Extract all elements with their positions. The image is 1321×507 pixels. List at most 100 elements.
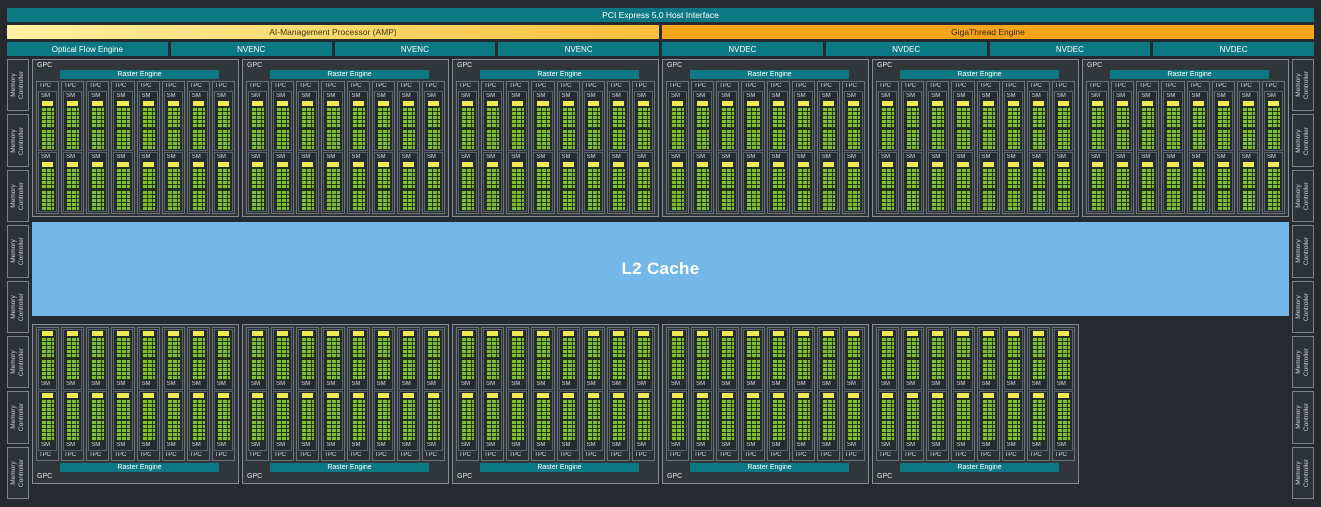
sm-scheduler-block <box>697 331 708 336</box>
media-engine-nvenc: NVENC <box>335 42 496 56</box>
tpc-label: TPC <box>533 452 552 459</box>
memory-controller-label: Memory Controller <box>10 448 26 498</box>
sm-core-grid <box>587 337 600 358</box>
sm-core-grid <box>746 168 759 189</box>
tpc-block: SMSMTPC <box>716 327 739 461</box>
sm-unit: SM <box>88 91 107 151</box>
sm-scheduler-block <box>537 331 548 336</box>
sm-label: SM <box>796 442 811 449</box>
sm-unit: SM <box>878 91 897 151</box>
sm-unit: SM <box>273 152 292 212</box>
sm-label: SM <box>141 381 156 388</box>
sm-core-grid <box>612 420 625 441</box>
sm-core-grid <box>881 107 894 128</box>
memory-controller-label: Memory Controller <box>1295 226 1311 276</box>
sm-label: SM <box>695 442 710 449</box>
media-engine-optical-flow-engine: Optical Flow Engine <box>7 42 168 56</box>
sm-core-grid <box>486 359 499 380</box>
sm-unit: SM <box>374 91 393 151</box>
gpc-block: GPCRaster EngineTPCSMSMTPCSMSMTPCSMSMTPC… <box>452 59 659 217</box>
sm-unit: SM <box>273 329 292 390</box>
sm-core-grid <box>511 359 524 380</box>
sm-label: SM <box>611 154 626 161</box>
tpc-label: TPC <box>953 83 972 90</box>
sm-core-grid <box>696 107 709 128</box>
tpc-block: TPCSMSM <box>1052 81 1075 214</box>
tpc-block: SMSMTPC <box>271 327 294 461</box>
sm-unit: SM <box>298 91 317 151</box>
sm-scheduler-block <box>252 101 263 106</box>
sm-scheduler-block <box>848 101 859 106</box>
sm-scheduler-block <box>92 162 103 167</box>
sm-unit: SM <box>113 152 132 212</box>
sm-scheduler-block <box>798 331 809 336</box>
tpc-label: TPC <box>1138 83 1157 90</box>
sm-scheduler-block <box>193 101 204 106</box>
sm-unit: SM <box>979 329 998 390</box>
raster-engine-bar: Raster Engine <box>480 70 639 79</box>
sm-core-grid <box>217 107 230 128</box>
sm-label: SM <box>166 381 181 388</box>
tpc-label: TPC <box>609 83 628 90</box>
sm-core-grid <box>301 420 314 441</box>
sm-label: SM <box>426 154 441 161</box>
sm-unit: SM <box>113 91 132 151</box>
sm-scheduler-block <box>613 101 624 106</box>
sm-core-grid <box>41 399 54 420</box>
sm-label: SM <box>1165 93 1180 100</box>
sm-core-grid <box>142 107 155 128</box>
sm-label: SM <box>880 381 895 388</box>
sm-scheduler-block <box>823 393 834 398</box>
tpc-block: TPCSMSM <box>372 81 395 214</box>
tpc-block: SMSMTPC <box>506 327 529 461</box>
sm-core-grid <box>377 190 390 211</box>
sm-label: SM <box>1216 154 1231 161</box>
sm-label: SM <box>670 154 685 161</box>
sm-scheduler-block <box>1243 162 1254 167</box>
sm-core-grid <box>167 337 180 358</box>
tpc-row: TPCSMSMTPCSMSMTPCSMSMTPCSMSMTPCSMSMTPCSM… <box>1086 81 1285 214</box>
tpc-label: TPC <box>903 452 922 459</box>
sm-core-grid <box>301 107 314 128</box>
sm-label: SM <box>745 154 760 161</box>
sm-label: SM <box>141 154 156 161</box>
memory-controller-block: Memory Controller <box>7 281 29 333</box>
tpc-block: TPCSMSM <box>36 81 59 214</box>
sm-unit: SM <box>323 91 342 151</box>
sm-unit: SM <box>844 329 863 390</box>
sm-core-grid <box>1192 107 1205 128</box>
sm-core-grid <box>66 168 79 189</box>
sm-core-grid <box>956 129 969 150</box>
tpc-label: TPC <box>609 452 628 459</box>
sm-core-grid <box>1242 190 1255 211</box>
sm-core-grid <box>1032 420 1045 441</box>
sm-label: SM <box>426 442 441 449</box>
sm-core-grid <box>906 129 919 150</box>
tpc-block: SMSMTPC <box>531 327 554 461</box>
sm-core-grid <box>192 420 205 441</box>
sm-core-grid <box>637 399 650 420</box>
sm-core-grid <box>1032 107 1045 128</box>
sm-label: SM <box>65 442 80 449</box>
tpc-label: TPC <box>374 452 393 459</box>
sm-unit: SM <box>273 391 292 452</box>
sm-core-grid <box>612 168 625 189</box>
sm-core-grid <box>461 359 474 380</box>
tpc-row: SMSMTPCSMSMTPCSMSMTPCSMSMTPCSMSMTPCSMSMT… <box>456 327 655 461</box>
sm-unit: SM <box>214 329 233 390</box>
sm-label: SM <box>275 154 290 161</box>
sm-label: SM <box>351 93 366 100</box>
tpc-label: TPC <box>164 83 183 90</box>
tpc-row: TPCSMSMTPCSMSMTPCSMSMTPCSMSMTPCSMSMTPCSM… <box>666 81 865 214</box>
tpc-block: TPCSMSM <box>557 81 580 214</box>
sm-scheduler-block <box>193 162 204 167</box>
tpc-label: TPC <box>349 452 368 459</box>
sm-core-grid <box>822 107 835 128</box>
sm-scheduler-block <box>697 162 708 167</box>
sm-core-grid <box>352 337 365 358</box>
sm-core-grid <box>251 420 264 441</box>
tpc-block: SMSMTPC <box>977 327 1000 461</box>
sm-core-grid <box>377 420 390 441</box>
tpc-label: TPC <box>844 83 863 90</box>
memory-controller-block: Memory Controller <box>1292 225 1314 277</box>
